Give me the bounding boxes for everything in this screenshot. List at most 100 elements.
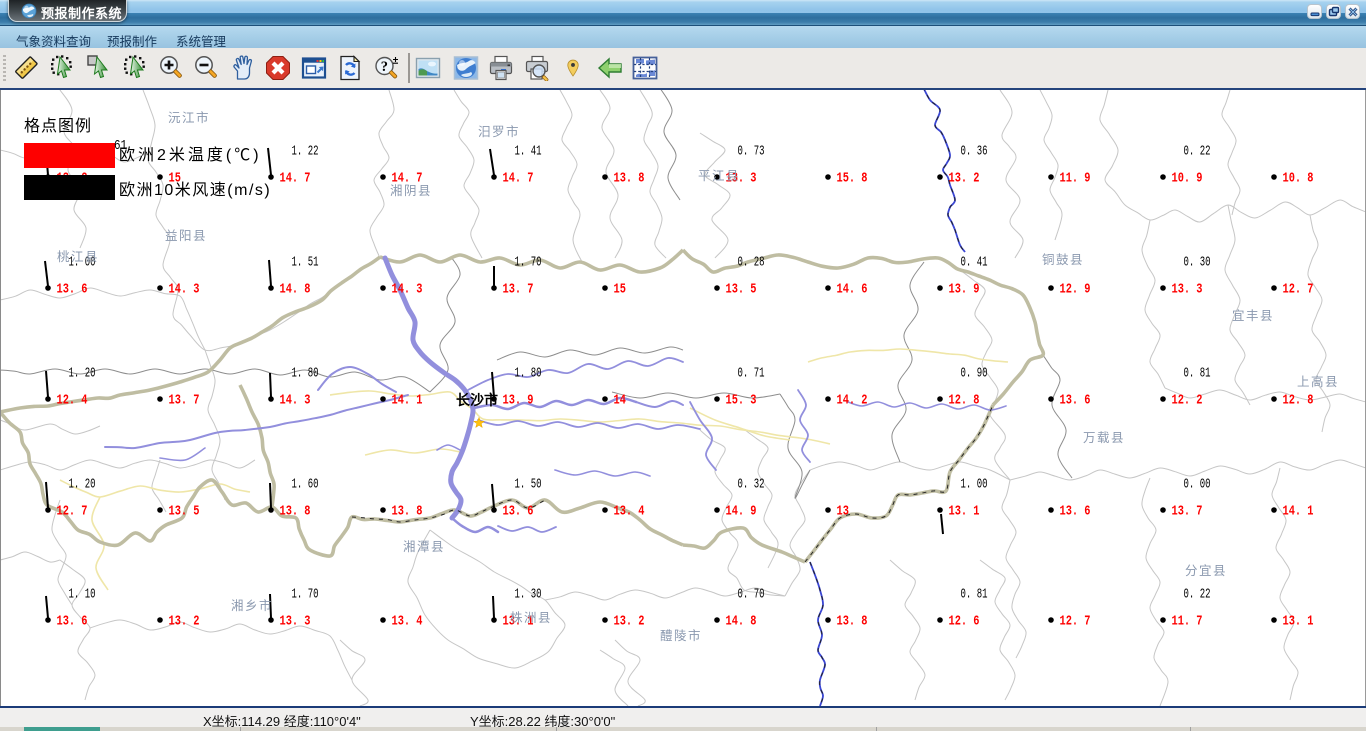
svg-text:1. 22: 1. 22 xyxy=(292,144,319,160)
svg-text:铜鼓县: 铜鼓县 xyxy=(1042,252,1084,267)
svg-text:13. 7: 13. 7 xyxy=(1172,505,1203,520)
svg-text:0. 81: 0. 81 xyxy=(961,587,988,603)
svg-text:万载县: 万载县 xyxy=(1083,431,1125,445)
svg-text:湘乡市: 湘乡市 xyxy=(231,598,273,613)
svg-text:13. 6: 13. 6 xyxy=(1060,505,1091,520)
svg-text:13. 3: 13. 3 xyxy=(1172,283,1203,298)
svg-text:13. 7: 13. 7 xyxy=(503,283,534,298)
svg-text:13. 9: 13. 9 xyxy=(503,394,534,409)
svg-text:0. 30: 0. 30 xyxy=(1184,255,1211,271)
svg-text:益阳县: 益阳县 xyxy=(165,229,207,243)
svg-text:14. 3: 14. 3 xyxy=(169,283,200,298)
svg-text:14. 3: 14. 3 xyxy=(392,283,423,298)
svg-text:13. 4: 13. 4 xyxy=(392,615,423,630)
svg-text:湘阴县: 湘阴县 xyxy=(390,183,432,198)
svg-text:1. 70: 1. 70 xyxy=(515,255,542,271)
svg-text:1. 80: 1. 80 xyxy=(292,366,319,382)
svg-text:1. 10: 1. 10 xyxy=(69,587,96,603)
svg-text:株洲县: 株洲县 xyxy=(510,610,552,625)
svg-text:14. 7: 14. 7 xyxy=(280,172,311,187)
svg-text:12. 8: 12. 8 xyxy=(949,394,980,409)
svg-text:1. 51: 1. 51 xyxy=(292,255,319,271)
svg-text:沅江市: 沅江市 xyxy=(168,110,210,125)
svg-text:0. 22: 0. 22 xyxy=(1184,587,1211,603)
svg-text:13. 2: 13. 2 xyxy=(949,172,980,187)
svg-text:分宜县: 分宜县 xyxy=(1185,563,1227,578)
svg-text:14. 1: 14. 1 xyxy=(1283,505,1314,520)
svg-text:13. 6: 13. 6 xyxy=(57,615,88,630)
svg-text:13. 2: 13. 2 xyxy=(614,615,645,630)
svg-text:13. 9: 13. 9 xyxy=(949,283,980,298)
svg-text:1. 20: 1. 20 xyxy=(69,366,96,382)
svg-text:12. 8: 12. 8 xyxy=(1283,394,1314,409)
svg-text:14. 8: 14. 8 xyxy=(280,283,311,298)
svg-text:1. 70: 1. 70 xyxy=(292,587,319,603)
svg-text:13. 3: 13. 3 xyxy=(280,615,311,630)
svg-text:11. 9: 11. 9 xyxy=(1060,172,1091,187)
svg-text:13. 4: 13. 4 xyxy=(614,505,645,520)
svg-text:14. 9: 14. 9 xyxy=(726,505,757,520)
svg-text:12. 9: 12. 9 xyxy=(1060,283,1091,298)
svg-text:12. 4: 12. 4 xyxy=(57,394,88,409)
svg-text:格点图例: 格点图例 xyxy=(24,117,92,135)
svg-text:12. 2: 12. 2 xyxy=(1172,394,1203,409)
svg-text:1. 50: 1. 50 xyxy=(515,477,542,493)
svg-text:醴陵市: 醴陵市 xyxy=(660,628,702,643)
svg-text:0. 81: 0. 81 xyxy=(1184,366,1211,382)
svg-text:桃江县: 桃江县 xyxy=(57,249,99,264)
svg-text:15. 8: 15. 8 xyxy=(837,172,868,187)
svg-text:0. 28: 0. 28 xyxy=(738,255,765,271)
svg-text:13. 6: 13. 6 xyxy=(503,505,534,520)
svg-text:13. 8: 13. 8 xyxy=(837,615,868,630)
svg-text:0. 00: 0. 00 xyxy=(1184,477,1211,493)
svg-text:14. 3: 14. 3 xyxy=(280,394,311,409)
svg-text:1. 41: 1. 41 xyxy=(515,144,542,160)
svg-text:0. 32: 0. 32 xyxy=(738,477,765,493)
svg-text:13. 8: 13. 8 xyxy=(280,505,311,520)
svg-text:13. 8: 13. 8 xyxy=(614,172,645,187)
svg-text:13. 7: 13. 7 xyxy=(169,394,200,409)
svg-text:12. 7: 12. 7 xyxy=(1060,615,1091,630)
svg-text:10. 8: 10. 8 xyxy=(1283,172,1314,187)
svg-text:15. 3: 15. 3 xyxy=(726,394,757,409)
svg-text:湘潭县: 湘潭县 xyxy=(403,539,445,554)
svg-text:13. 1: 13. 1 xyxy=(1283,615,1314,630)
svg-text:?: ? xyxy=(381,59,388,75)
svg-text:13. 6: 13. 6 xyxy=(1060,394,1091,409)
svg-text:1. 30: 1. 30 xyxy=(515,587,542,603)
svg-text:欧洲10米风速(m/s): 欧洲10米风速(m/s) xyxy=(119,181,271,199)
svg-text:13. 5: 13. 5 xyxy=(169,505,200,520)
svg-text:宜丰县: 宜丰县 xyxy=(1232,308,1274,323)
svg-text:0. 70: 0. 70 xyxy=(738,587,765,603)
svg-text:平江县: 平江县 xyxy=(698,169,740,183)
svg-text:汨罗市: 汨罗市 xyxy=(478,124,520,139)
svg-text:1. 20: 1. 20 xyxy=(69,477,96,493)
svg-text:1. 60: 1. 60 xyxy=(292,477,319,493)
svg-text:11. 7: 11. 7 xyxy=(1172,615,1203,630)
svg-text:0. 73: 0. 73 xyxy=(738,144,765,160)
svg-text:13: 13 xyxy=(837,505,849,520)
svg-text:14. 2: 14. 2 xyxy=(837,394,868,409)
svg-text:0. 90: 0. 90 xyxy=(961,366,988,382)
svg-text:12. 6: 12. 6 xyxy=(949,615,980,630)
svg-text:12. 7: 12. 7 xyxy=(57,505,88,520)
svg-text:13. 5: 13. 5 xyxy=(726,283,757,298)
svg-text:1. 80: 1. 80 xyxy=(515,366,542,382)
svg-text:14. 1: 14. 1 xyxy=(392,394,423,409)
svg-text:上高县: 上高县 xyxy=(1297,374,1339,389)
svg-text:13. 2: 13. 2 xyxy=(169,615,200,630)
svg-text:13. 6: 13. 6 xyxy=(57,283,88,298)
svg-text:0. 22: 0. 22 xyxy=(1184,144,1211,160)
svg-text:15: 15 xyxy=(614,283,626,298)
svg-text:13. 8: 13. 8 xyxy=(392,505,423,520)
svg-text:长沙市: 长沙市 xyxy=(456,392,498,408)
svg-text:14: 14 xyxy=(614,394,626,409)
svg-text:14. 8: 14. 8 xyxy=(726,615,757,630)
svg-text:13. 1: 13. 1 xyxy=(949,505,980,520)
svg-text:0. 36: 0. 36 xyxy=(961,144,988,160)
svg-text:欧洲2米温度(℃): 欧洲2米温度(℃) xyxy=(119,146,262,164)
svg-text:0. 41: 0. 41 xyxy=(961,255,988,271)
svg-text:12. 7: 12. 7 xyxy=(1283,283,1314,298)
svg-text:0. 71: 0. 71 xyxy=(738,366,765,382)
svg-text:10. 9: 10. 9 xyxy=(1172,172,1203,187)
